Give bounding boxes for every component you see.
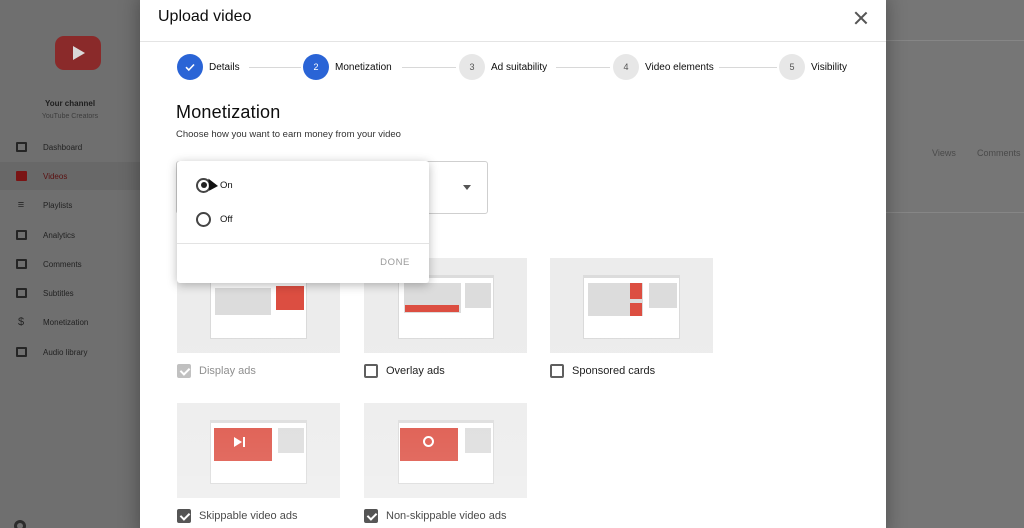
divider [886,212,1024,213]
checkbox-label: Sponsored cards [572,365,656,377]
step-number: 4 [613,54,639,80]
step-label: Video elements [645,61,714,73]
column-header-views: Views [932,148,956,158]
comments-icon [15,259,27,270]
option-off[interactable]: Off [196,211,233,227]
playlists-icon: ≡ [17,199,25,211]
non-skippable-video-ads-checkbox[interactable]: Non-skippable video ads [364,508,506,524]
sidebar-item-comments[interactable]: Comments [0,250,140,278]
channel-avatar[interactable] [55,36,101,70]
caret-down-icon [463,185,471,190]
analytics-icon [15,230,27,241]
overlay-ads-checkbox[interactable]: Overlay ads [364,363,445,379]
step-label: Details [209,61,240,73]
upload-stepper: Details 2 Monetization 3 Ad suitability … [140,42,886,92]
step-visibility[interactable]: 5 Visibility [779,54,847,80]
divider [886,40,1024,41]
sidebar-item-label: Dashboard [43,142,83,152]
non-skippable-video-ads-preview [364,403,527,498]
dialog-header: Upload video [140,0,886,42]
sidebar-item-label: Audio library [43,347,88,357]
sidebar-item-monetization[interactable]: $ Monetization [0,308,140,336]
timer-icon [423,436,434,447]
checkbox[interactable] [177,364,191,378]
sidebar-item-label: Monetization [43,317,89,327]
checkbox-label: Non-skippable video ads [386,510,507,522]
dollar-icon: $ [17,316,25,328]
option-label: On [220,179,233,191]
checkmark-icon [177,54,203,80]
step-details[interactable]: Details [177,54,240,80]
audio-library-icon [15,347,27,358]
checkbox[interactable] [364,509,378,523]
step-connector [719,67,777,68]
step-number: 5 [779,54,805,80]
dialog-title: Upload video [158,8,252,25]
step-number: 2 [303,54,329,80]
checkbox-label: Overlay ads [386,365,445,377]
step-video-elements[interactable]: 4 Video elements [613,54,714,80]
section-description: Choose how you want to earn money from y… [176,129,401,140]
checkbox[interactable] [177,509,191,523]
settings-icon[interactable] [14,520,26,528]
skippable-video-ads-preview [177,403,340,498]
sidebar-item-audio-library[interactable]: Audio library [0,338,140,366]
step-label: Visibility [811,61,847,73]
sidebar-item-playlists[interactable]: ≡ Playlists [0,191,140,219]
step-connector [556,67,610,68]
done-button[interactable]: DONE [380,257,410,268]
channel-name: Your channel [44,99,96,108]
skip-forward-icon [234,437,242,447]
checkbox-label: Display ads [199,365,256,377]
sidebar-item-label: Playlists [43,200,73,210]
upload-video-dialog: Upload video Details 2 Monetization 3 Ad… [140,0,886,528]
option-label: Off [220,213,233,225]
skippable-video-ads-checkbox[interactable]: Skippable video ads [177,508,297,524]
step-number: 3 [459,54,485,80]
studio-sidebar: Your channel YouTube Creators Dashboard … [0,0,140,528]
subtitles-icon [15,288,27,299]
step-connector [402,67,456,68]
display-ads-checkbox[interactable]: Display ads [177,363,256,379]
sidebar-item-dashboard[interactable]: Dashboard [0,133,140,161]
close-icon[interactable] [852,9,870,27]
checkbox[interactable] [550,364,564,378]
sidebar-item-videos[interactable]: Videos [0,162,140,190]
channel-subtitle: YouTube Creators [41,113,99,120]
video-list-panel [886,0,1024,528]
section-title: Monetization [176,102,281,122]
radio-button[interactable] [196,211,211,227]
step-label: Monetization [335,61,392,73]
sponsored-cards-preview [550,258,713,353]
step-connector [249,67,301,68]
sidebar-item-label: Subtitles [43,288,74,298]
sidebar-item-analytics[interactable]: Analytics [0,221,140,249]
column-header-comments: Comments [977,148,1021,158]
checkbox-label: Skippable video ads [199,510,298,522]
videos-icon [15,171,27,182]
sidebar-item-label: Comments [43,259,82,269]
checkbox[interactable] [364,364,378,378]
step-label: Ad suitability [491,61,548,73]
sidebar-item-label: Videos [43,171,68,181]
sponsored-cards-checkbox[interactable]: Sponsored cards [550,363,655,379]
step-monetization[interactable]: 2 Monetization [303,54,392,80]
dashboard-icon [15,142,27,153]
divider [177,243,429,244]
step-ad-suitability[interactable]: 3 Ad suitability [459,54,547,80]
sidebar-item-subtitles[interactable]: Subtitles [0,279,140,307]
sidebar-item-label: Analytics [43,230,76,240]
